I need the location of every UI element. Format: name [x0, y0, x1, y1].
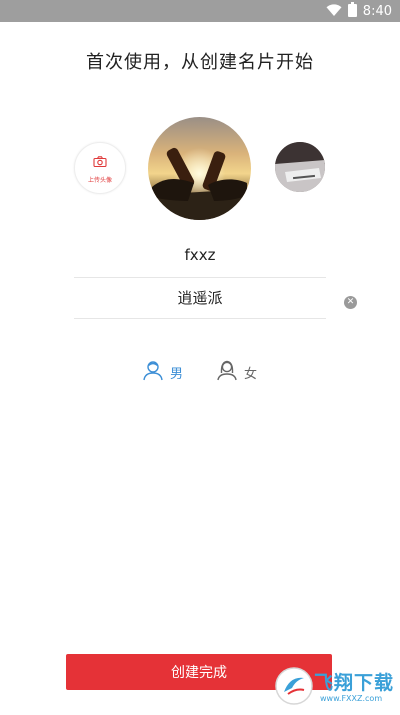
gender-male-label: 男	[170, 366, 184, 382]
watermark-url: www.FXXZ.com	[320, 694, 383, 703]
wifi-icon	[326, 2, 342, 21]
page-title: 首次使用，从创建名片开始	[86, 52, 314, 73]
avatar-main[interactable]	[148, 117, 251, 220]
signature-field-underline	[74, 318, 326, 319]
upload-avatar-label: 上传头像	[87, 177, 112, 184]
camera-icon	[93, 152, 107, 171]
watermark: 飞翔下载 www.FXXZ.com	[274, 666, 398, 712]
watermark-logo-icon	[274, 666, 314, 706]
signature-field[interactable]: 逍遥派	[74, 277, 326, 319]
female-avatar-icon	[216, 359, 238, 385]
name-value: fxxz	[184, 246, 216, 264]
battery-icon	[347, 1, 357, 21]
clear-icon[interactable]: ✕	[344, 296, 357, 309]
gender-female-option[interactable]: 女	[216, 358, 257, 386]
male-avatar-icon	[142, 359, 164, 385]
gender-male-option[interactable]: 男	[142, 358, 183, 386]
status-time: 8:40	[362, 3, 392, 19]
status-icons: 8:40	[326, 1, 392, 21]
watermark-brand: 飞翔下载	[314, 672, 395, 694]
avatar-side[interactable]	[275, 142, 325, 192]
gender-female-label: 女	[244, 366, 258, 382]
upload-avatar-button[interactable]: 上传头像	[74, 142, 126, 194]
name-field[interactable]: fxxz	[74, 236, 326, 278]
signature-value: 逍遥派	[177, 289, 223, 307]
status-bar: 8:40	[0, 0, 400, 22]
